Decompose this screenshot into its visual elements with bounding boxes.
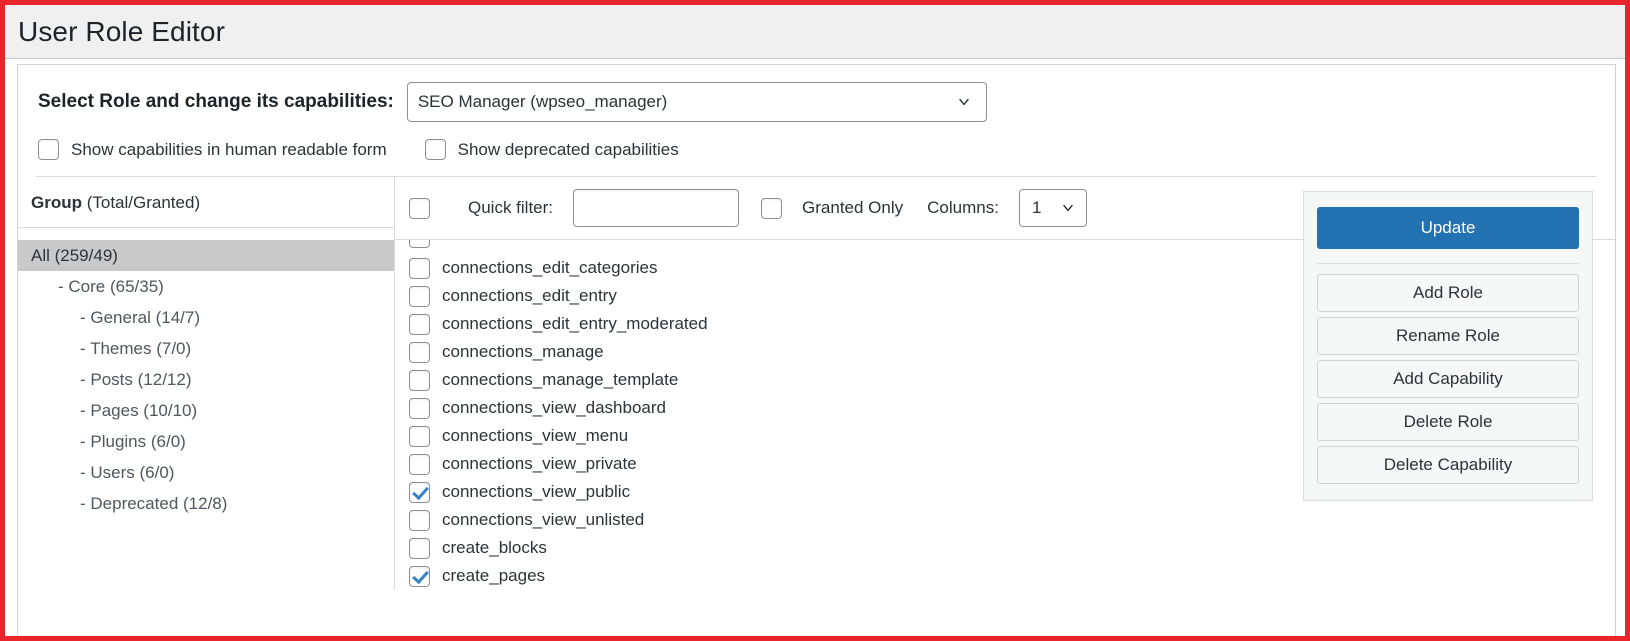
- capability-row[interactable]: connections_view_unlisted: [395, 506, 1615, 534]
- group-item-pages[interactable]: - Pages (10/10): [18, 395, 394, 426]
- capability-checkbox[interactable]: [409, 341, 430, 363]
- capability-row[interactable]: create_blocks: [395, 534, 1615, 562]
- checkbox-human-readable[interactable]: [38, 139, 59, 160]
- actions-panel: Update Add Role Rename Role Add Capabili…: [1303, 191, 1593, 501]
- label-show-deprecated: Show deprecated capabilities: [457, 139, 679, 159]
- label-human-readable: Show capabilities in human readable form: [71, 139, 387, 159]
- capabilities-scroll-clipped-row: [409, 240, 1109, 250]
- delete-role-button[interactable]: Delete Role: [1317, 403, 1579, 441]
- capability-label: create_pages: [442, 566, 546, 585]
- groups-header-bold: Group: [31, 193, 82, 212]
- group-item-themes[interactable]: - Themes (7/0): [18, 333, 394, 364]
- add-capability-button[interactable]: Add Capability: [1317, 360, 1579, 398]
- title-bar: User Role Editor: [5, 5, 1625, 59]
- columns-label: Columns:: [927, 198, 999, 217]
- chevron-down-icon: [959, 98, 969, 106]
- page-title: User Role Editor: [18, 15, 226, 47]
- capability-checkbox[interactable]: [409, 397, 430, 419]
- capability-checkbox[interactable]: [409, 285, 430, 307]
- capability-row[interactable]: create_pages: [395, 562, 1615, 590]
- role-select[interactable]: SEO Manager (wpseo_manager): [406, 82, 987, 122]
- group-item-plugins[interactable]: - Plugins (6/0): [18, 426, 394, 457]
- checkbox-select-all[interactable]: [409, 197, 430, 219]
- role-selector-label: Select Role and change its capabilities:: [38, 91, 394, 112]
- display-options-row: Show capabilities in human readable form…: [18, 122, 1615, 176]
- main-panel: Select Role and change its capabilities:…: [17, 64, 1616, 636]
- editor-body: Group (Total/Granted) All (259/49) - Cor…: [18, 177, 1615, 590]
- role-select-value: SEO Manager (wpseo_manager): [417, 92, 668, 111]
- capability-label: connections_view_private: [442, 454, 637, 473]
- groups-header-rest: (Total/Granted): [82, 193, 201, 212]
- delete-capability-button[interactable]: Delete Capability: [1317, 446, 1579, 484]
- granted-only-label: Granted Only: [802, 198, 904, 217]
- group-item-posts[interactable]: - Posts (12/12): [18, 364, 394, 395]
- chevron-down-icon: [1063, 204, 1073, 212]
- capability-label: connections_edit_categories: [442, 258, 658, 277]
- quick-filter-label: Quick filter:: [468, 198, 554, 217]
- checkbox-granted-only[interactable]: [761, 197, 783, 219]
- capability-label: connections_edit_entry_moderated: [442, 314, 708, 333]
- groups-panel: Group (Total/Granted) All (259/49) - Cor…: [18, 177, 395, 590]
- add-role-button[interactable]: Add Role: [1317, 274, 1579, 312]
- capability-label: connections_view_dashboard: [442, 398, 666, 417]
- group-item-general[interactable]: - General (14/7): [18, 302, 394, 333]
- groups-header: Group (Total/Granted): [18, 177, 394, 227]
- capability-checkbox[interactable]: [409, 257, 430, 279]
- update-button[interactable]: Update: [1317, 207, 1579, 249]
- columns-select-value: 1: [1031, 198, 1042, 217]
- group-item-all[interactable]: All (259/49): [18, 240, 394, 271]
- capability-label: connections_manage_template: [442, 370, 679, 389]
- capability-checkbox[interactable]: [409, 509, 430, 531]
- user-role-editor-screen: User Role Editor Select Role and change …: [0, 0, 1630, 641]
- capability-label: connections_edit_entry: [442, 286, 617, 305]
- capability-label: connections_view_menu: [442, 426, 629, 445]
- group-list: All (259/49) - Core (65/35) - General (1…: [18, 228, 394, 519]
- capability-checkbox[interactable]: [409, 425, 430, 447]
- capability-checkbox[interactable]: [409, 313, 430, 335]
- capability-label: connections_manage: [442, 342, 604, 361]
- capabilities-panel: Quick filter: Granted Only Columns: 1 co…: [395, 177, 1615, 590]
- group-item-core[interactable]: - Core (65/35): [18, 271, 394, 302]
- capability-label: connections_view_public: [442, 482, 631, 501]
- capability-checkbox[interactable]: [409, 537, 430, 559]
- checkbox-show-deprecated[interactable]: [424, 139, 446, 160]
- capability-label: connections_view_unlisted: [442, 510, 645, 529]
- actions-divider: [1317, 263, 1579, 264]
- capability-label: create_blocks: [442, 538, 547, 557]
- role-selector-row: Select Role and change its capabilities:…: [18, 65, 1615, 122]
- columns-select[interactable]: 1: [1018, 189, 1087, 227]
- group-item-deprecated[interactable]: - Deprecated (12/8): [18, 488, 394, 519]
- capability-checkbox[interactable]: [409, 453, 430, 475]
- capability-checkbox[interactable]: [409, 565, 430, 587]
- group-item-users[interactable]: - Users (6/0): [18, 457, 394, 488]
- quick-filter-input[interactable]: [573, 189, 740, 227]
- rename-role-button[interactable]: Rename Role: [1317, 317, 1579, 355]
- capability-checkbox[interactable]: [409, 481, 430, 503]
- capability-checkbox[interactable]: [409, 369, 430, 391]
